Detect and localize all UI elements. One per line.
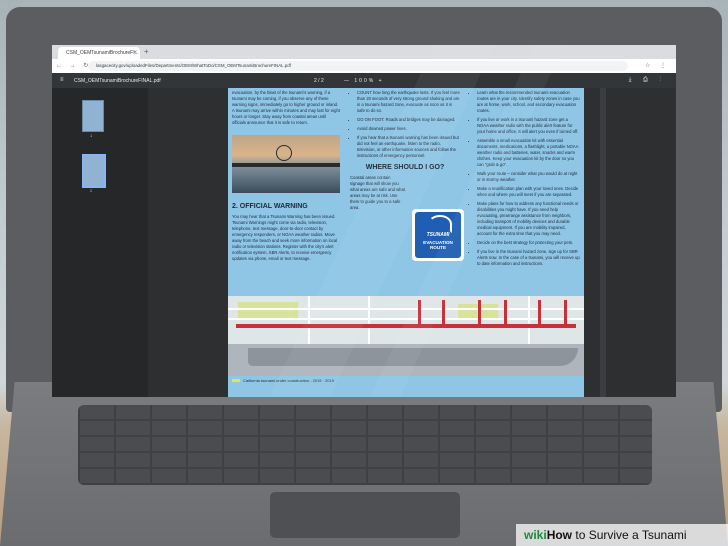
- official-warning-text: You may hear that a Tsunami Warning has …: [232, 214, 338, 261]
- caption-title: to Survive a Tsunami: [572, 528, 687, 542]
- evacuation-route-line: [564, 300, 567, 326]
- list-item: Decide on the best strategy for protecti…: [477, 240, 580, 246]
- pdf-tool-icons[interactable]: ⤓ ⎙ ⋮: [629, 77, 666, 84]
- evacuation-route-line: [504, 300, 507, 326]
- thumb-page-number: 2: [90, 188, 93, 193]
- browser-tab-bar: CSM_OEMTsunamiBrochureFI... × +: [52, 45, 676, 59]
- page-thumbnail-2[interactable]: [82, 154, 106, 188]
- evacuation-route-line: [478, 300, 481, 326]
- laptop-screen: CSM_OEMTsunamiBrochureFI... × + ← → ↻ la…: [52, 45, 676, 397]
- evacuation-route-line: [538, 300, 541, 326]
- tab-title: CSM_OEMTsunamiBrochureFI...: [66, 50, 139, 56]
- list-item: If you live in the tsunami hazard zone, …: [477, 249, 580, 267]
- menu-icon[interactable]: ≡: [60, 77, 64, 83]
- pier-silhouette: [232, 163, 340, 167]
- map-street: [228, 308, 584, 310]
- zoom-controls[interactable]: — 100% +: [344, 78, 384, 84]
- list-item: Make plans for how to address any functi…: [477, 201, 580, 237]
- pdf-toolbar: ≡ CSM_OEMTsunamiBrochureFINAL.pdf 2 / 2 …: [52, 73, 676, 88]
- laptop-trackpad: [270, 492, 460, 538]
- brochure-column-1-lower: 2. OFFICIAL WARNING You may hear that a …: [232, 198, 342, 265]
- page-indicator[interactable]: 2 / 2: [314, 78, 324, 84]
- official-warning-heading: 2. OFFICIAL WARNING: [232, 203, 308, 210]
- pier-photo: [232, 135, 340, 193]
- new-tab-button[interactable]: +: [144, 47, 149, 56]
- pdf-thumbnail-sidebar: 1 2: [52, 88, 148, 397]
- browser-menu-icons[interactable]: ☆ ⋮: [645, 62, 670, 69]
- thumb-page-number: 1: [90, 133, 93, 138]
- legend-swatch: [232, 379, 240, 383]
- caption-wiki: wiki: [524, 528, 547, 542]
- nav-buttons[interactable]: ← → ↻: [56, 62, 91, 69]
- warning-signs-text: evacuation, by the blast of the tsunami'…: [232, 90, 340, 125]
- page-thumbnail-1[interactable]: [82, 100, 104, 132]
- wikihow-caption: wikiHow to Survive a Tsunami: [516, 524, 728, 546]
- brochure-column-1: evacuation, by the blast of the tsunami'…: [232, 90, 340, 129]
- caption-how: How: [546, 528, 573, 542]
- ferris-wheel: [276, 145, 292, 161]
- laptop-keyboard: [78, 405, 652, 485]
- address-bar-row: ← → ↻ lasgacecity.gov/uploadedFiles/Depa…: [52, 59, 676, 73]
- scrollbar[interactable]: [600, 88, 606, 397]
- map-street: [528, 296, 530, 344]
- pdf-file-name: CSM_OEMTsunamiBrochureFINAL.pdf: [74, 78, 161, 84]
- close-tab-icon[interactable]: ×: [133, 47, 137, 59]
- browser-tab[interactable]: CSM_OEMTsunamiBrochureFI... ×: [58, 47, 140, 59]
